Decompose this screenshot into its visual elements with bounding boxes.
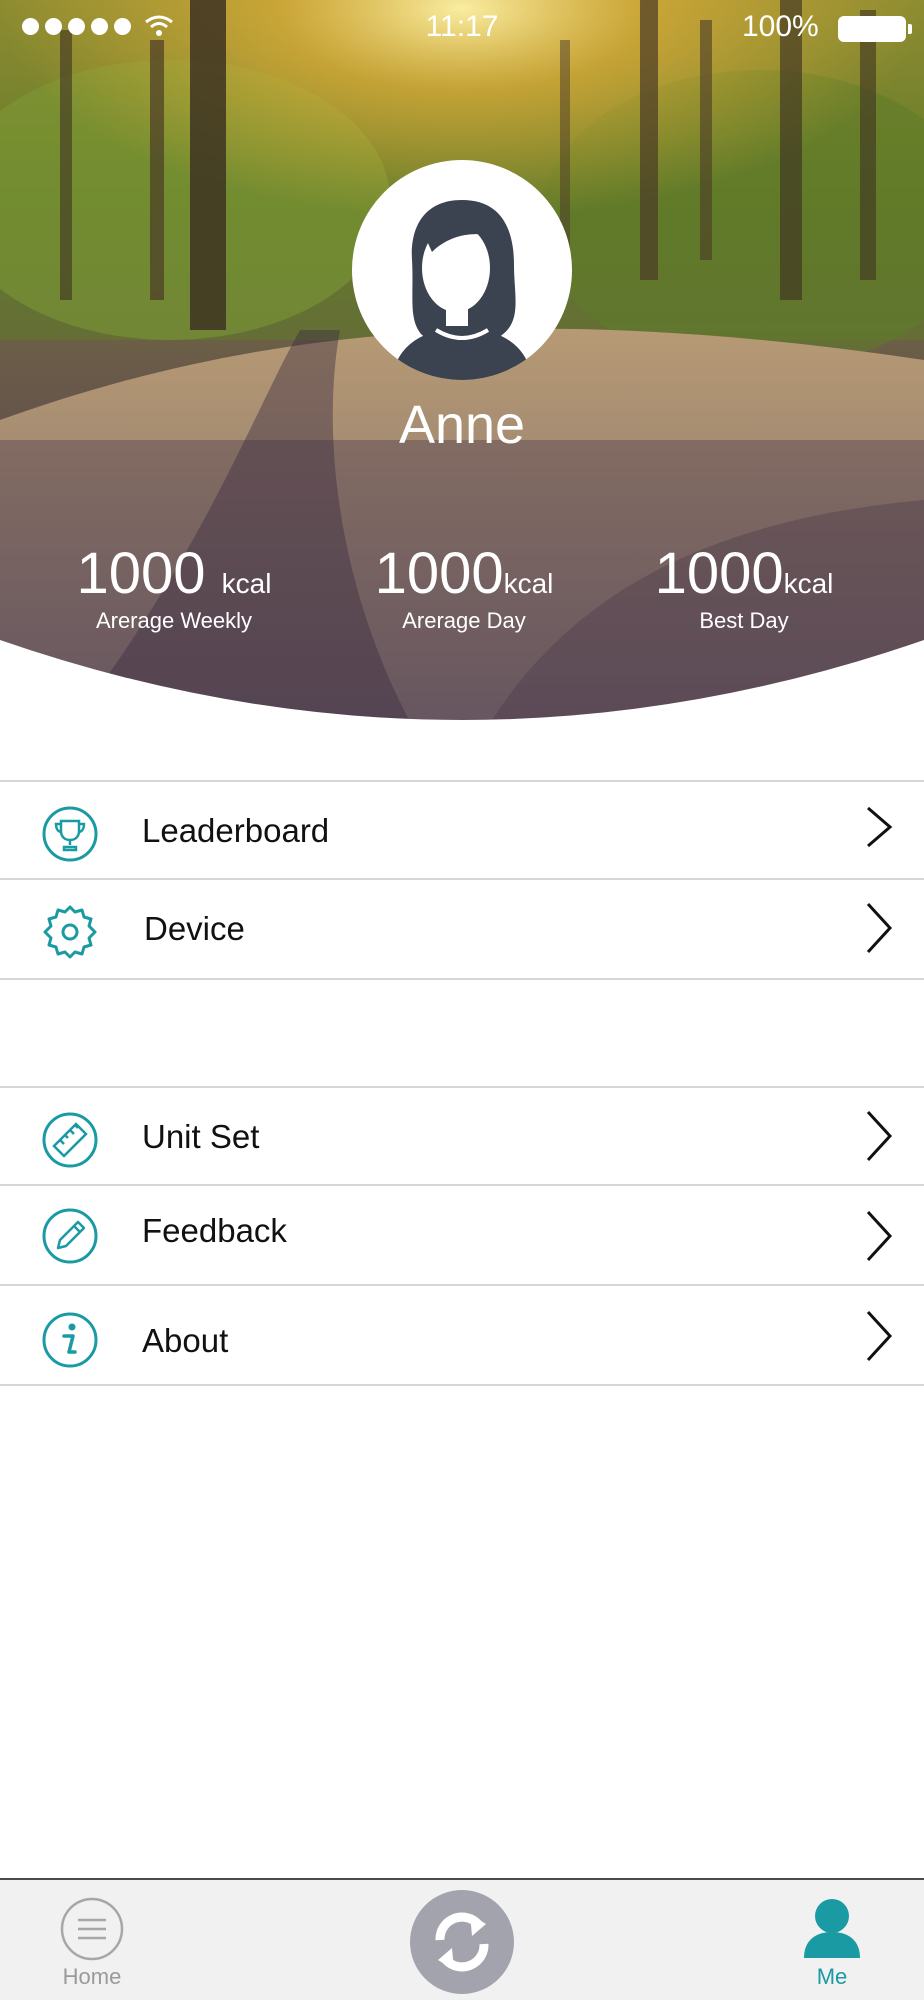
battery-icon bbox=[838, 16, 912, 42]
info-icon bbox=[42, 1312, 98, 1368]
stat-value: 1000 bbox=[654, 541, 784, 606]
menu-item-label: Unit Set bbox=[142, 1118, 260, 1155]
person-icon bbox=[804, 1899, 860, 1958]
menu-item-label: About bbox=[142, 1322, 229, 1359]
status-bar: 11:17 100% bbox=[0, 0, 924, 56]
tab-bar: Home Me bbox=[0, 1878, 924, 2000]
menu-item-about[interactable]: About bbox=[0, 1286, 924, 1386]
ruler-icon bbox=[42, 1112, 98, 1168]
avatar[interactable] bbox=[352, 160, 572, 380]
stat-label: Arerage Day bbox=[402, 608, 526, 633]
stat-average-weekly: 1000 kcal Arerage Weekly bbox=[44, 540, 304, 633]
menu-item-label: Feedback bbox=[142, 1212, 287, 1249]
tab-home-label: Home bbox=[62, 1964, 122, 1989]
chevron-right-icon bbox=[866, 1110, 893, 1162]
tab-me[interactable]: Me bbox=[780, 1896, 884, 1996]
tab-me-label: Me bbox=[816, 1964, 848, 1989]
user-avatar-icon bbox=[392, 200, 532, 380]
stat-value: 1000 bbox=[76, 541, 206, 606]
sync-button[interactable] bbox=[410, 1890, 514, 1994]
menu-item-label: Leaderboard bbox=[142, 812, 330, 849]
chevron-right-icon bbox=[866, 1210, 893, 1262]
stat-unit: kcal bbox=[503, 568, 554, 599]
stat-unit: kcal bbox=[783, 568, 834, 599]
stat-best-day: 1000kcal Best Day bbox=[614, 540, 874, 633]
home-menu-icon bbox=[60, 1897, 124, 1961]
stat-label: Best Day bbox=[699, 608, 789, 633]
menu-item-leaderboard[interactable]: Leaderboard bbox=[0, 780, 924, 880]
stat-label: Arerage Weekly bbox=[95, 608, 253, 633]
menu-item-feedback[interactable]: Feedback bbox=[0, 1186, 924, 1286]
menu-item-device[interactable]: Device bbox=[0, 880, 924, 980]
chevron-right-icon bbox=[866, 902, 893, 954]
chevron-right-icon bbox=[867, 806, 893, 848]
profile-header: 11:17 100% Anne 1000 kcal Arerage Weekly… bbox=[0, 0, 924, 740]
stat-value: 1000 bbox=[374, 541, 504, 606]
gear-icon bbox=[43, 905, 97, 959]
menu-item-unit-set[interactable]: Unit Set bbox=[0, 1086, 924, 1186]
tab-home[interactable]: Home bbox=[40, 1896, 144, 1996]
chevron-right-icon bbox=[866, 1310, 893, 1362]
trophy-icon bbox=[42, 806, 98, 862]
stat-unit: kcal bbox=[221, 568, 272, 599]
pencil-icon bbox=[42, 1208, 98, 1264]
stat-average-day: 1000kcal Arerage Day bbox=[334, 540, 594, 633]
sync-icon bbox=[435, 1912, 489, 1972]
battery-percentage: 100% bbox=[742, 10, 819, 43]
user-name: Anne bbox=[398, 395, 526, 455]
menu-item-label: Device bbox=[144, 910, 245, 947]
